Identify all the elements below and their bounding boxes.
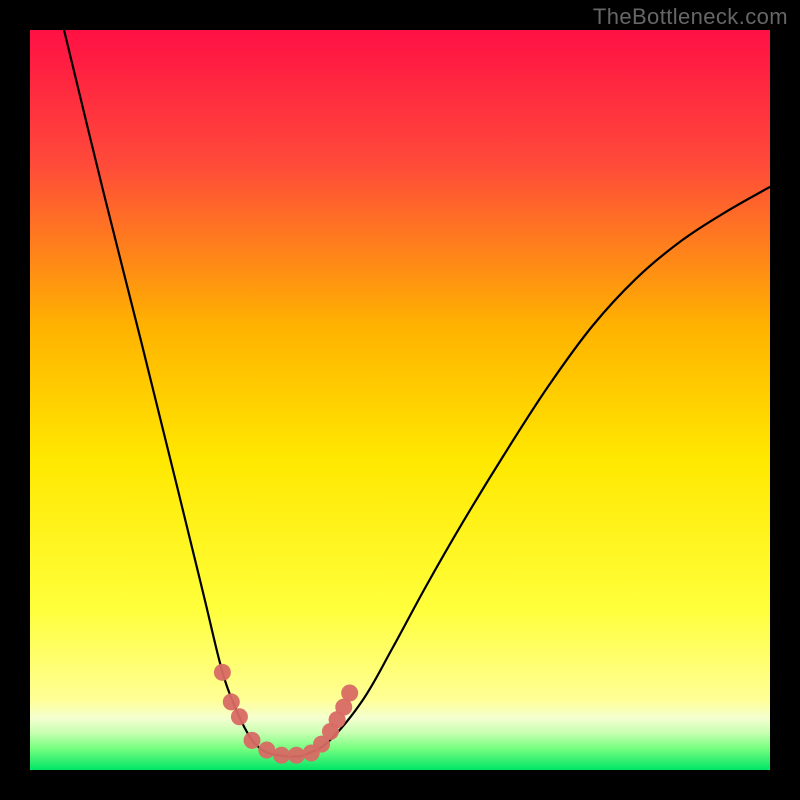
data-point [273, 747, 290, 764]
data-point [231, 708, 248, 725]
data-point [214, 664, 231, 681]
data-point [258, 742, 275, 759]
chart-background [30, 30, 770, 770]
attribution-watermark: TheBottleneck.com [593, 4, 788, 30]
data-point [288, 747, 305, 764]
bottleneck-chart [30, 30, 770, 770]
plot-area [30, 30, 770, 770]
data-point [341, 685, 358, 702]
data-point [223, 693, 240, 710]
data-point [244, 732, 261, 749]
chart-frame: TheBottleneck.com [0, 0, 800, 800]
